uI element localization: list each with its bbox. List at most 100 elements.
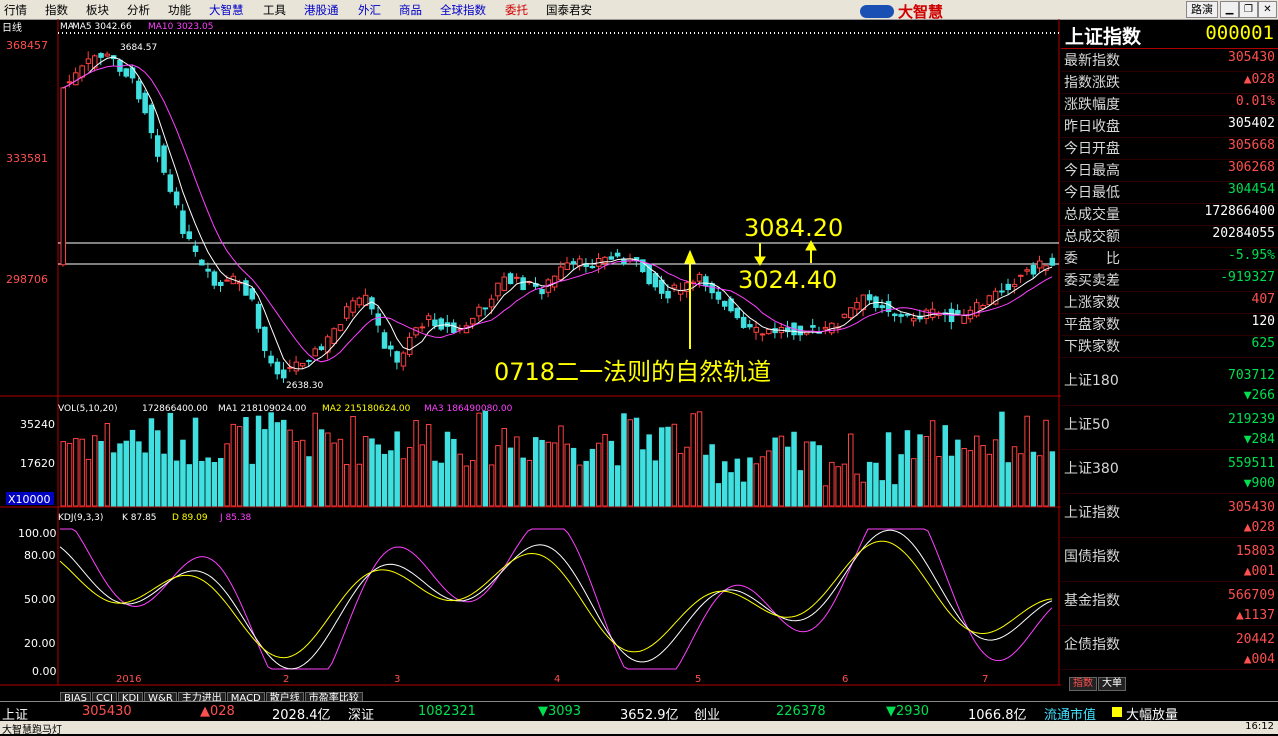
menu-broker[interactable]: 国泰君安 bbox=[546, 2, 592, 18]
annotation-text: 0718二一法则的自然轨道 bbox=[494, 358, 771, 386]
volume-bar bbox=[1018, 453, 1024, 507]
kdj-j-line bbox=[60, 528, 1053, 670]
index-row-label: 国债指数 bbox=[1064, 549, 1120, 565]
quote-row-value: 172866400 bbox=[1204, 204, 1275, 219]
index-row-change: ▼266 bbox=[1243, 388, 1275, 403]
volume-bar bbox=[501, 428, 507, 507]
index-row-label: 上证指数 bbox=[1064, 505, 1120, 521]
index-row[interactable]: 上证180 703712 ▼266 bbox=[1061, 362, 1278, 406]
menu-tools[interactable]: 工具 bbox=[263, 2, 286, 18]
menu-analysis[interactable]: 分析 bbox=[127, 2, 150, 18]
candle bbox=[356, 297, 363, 306]
index-row-value: 15803 bbox=[1235, 544, 1275, 559]
route-button[interactable]: 路演 bbox=[1186, 1, 1218, 18]
candle bbox=[999, 290, 1005, 293]
restore-icon[interactable]: ❐ bbox=[1239, 1, 1258, 18]
quote-row: 委买卖差 -919327 bbox=[1061, 270, 1278, 292]
candle bbox=[199, 259, 205, 266]
quote-row-value: 305430 bbox=[1228, 50, 1275, 65]
high-label: 3684.57 bbox=[120, 43, 157, 53]
indicator-tabs: BIAS CCI KDJ W&R 主力进出 MACD 散户线 市盈率比较 bbox=[60, 686, 364, 706]
volume-bar bbox=[596, 442, 602, 507]
index-row[interactable]: 上证50 219239 ▼284 bbox=[1061, 406, 1278, 450]
menu-sector[interactable]: 板块 bbox=[86, 2, 109, 18]
quote-row-value: 305668 bbox=[1228, 138, 1275, 153]
index-row[interactable]: 基金指数 566709 ▲1137 bbox=[1061, 582, 1278, 626]
candle bbox=[60, 87, 66, 266]
volume-bar bbox=[110, 452, 117, 507]
volume-bar bbox=[243, 417, 249, 507]
menu-forex[interactable]: 外汇 bbox=[358, 2, 381, 18]
quote-row-label: 涨跌幅度 bbox=[1064, 97, 1120, 113]
quote-panel: 上证指数 000001 最新指数 305430 指数涨跌 ▲028 涨跌幅度 0.01% 昨… bbox=[1061, 20, 1278, 691]
tab-big-order[interactable]: 大单 bbox=[1098, 677, 1126, 691]
volume-bar bbox=[199, 461, 205, 507]
candle bbox=[388, 345, 394, 350]
candle bbox=[570, 261, 577, 265]
volume-bar bbox=[1024, 415, 1030, 507]
menu-hk-connect[interactable]: 港股通 bbox=[304, 2, 339, 18]
vol-ma1: MA1 218109024.00 bbox=[218, 404, 307, 414]
menu-index[interactable]: 指数 bbox=[45, 2, 68, 18]
volume-bar bbox=[671, 423, 678, 507]
volume-bar bbox=[703, 454, 709, 507]
volume-bar bbox=[161, 453, 167, 507]
candle bbox=[350, 300, 356, 313]
menu-global-index[interactable]: 全球指数 bbox=[440, 2, 486, 18]
menu-trade[interactable]: 委托 bbox=[505, 2, 528, 18]
sz-value: 1082321 bbox=[418, 704, 476, 719]
index-row[interactable]: 上证指数 305430 ▲028 bbox=[1061, 494, 1278, 538]
candle bbox=[558, 266, 564, 281]
quote-row: 涨跌幅度 0.01% bbox=[1061, 94, 1278, 116]
tab-index[interactable]: 指数 bbox=[1069, 677, 1097, 691]
quote-row-value: 305402 bbox=[1228, 116, 1275, 131]
candle bbox=[1005, 283, 1011, 290]
kline-chart[interactable]: 日线 MA MA5 3042.66 MA10 3023.05 368457 33… bbox=[0, 19, 1061, 705]
quote-row: 平盘家数 120 bbox=[1061, 314, 1278, 336]
candle bbox=[1030, 264, 1037, 275]
quote-row-label: 今日最低 bbox=[1064, 185, 1120, 201]
candle bbox=[1011, 283, 1018, 287]
quote-row-value: -919327 bbox=[1220, 270, 1275, 285]
menu-function[interactable]: 功能 bbox=[168, 2, 191, 18]
index-row[interactable]: 上证380 559511 ▼900 bbox=[1061, 450, 1278, 494]
volume-bar bbox=[495, 445, 501, 507]
volume-bar bbox=[236, 426, 243, 507]
candle bbox=[659, 279, 665, 294]
candle bbox=[281, 369, 287, 379]
volume-bar bbox=[533, 437, 539, 507]
candle bbox=[961, 314, 967, 324]
volume-bar bbox=[633, 417, 640, 507]
index-row-label: 基金指数 bbox=[1064, 593, 1120, 609]
x-label-2: 2 bbox=[283, 674, 289, 685]
volume-bar bbox=[438, 462, 444, 507]
volume-bar bbox=[728, 472, 734, 507]
candle bbox=[167, 174, 174, 192]
candle bbox=[66, 81, 73, 84]
volume-bar bbox=[350, 415, 356, 507]
minimize-icon[interactable]: ▁ bbox=[1220, 1, 1239, 18]
menu-dzh[interactable]: 大智慧 bbox=[209, 2, 244, 18]
index-row[interactable]: 国债指数 15803 ▲001 bbox=[1061, 538, 1278, 582]
kdj-tick-50: 50.00 bbox=[24, 593, 56, 606]
index-row-value: 305430 bbox=[1228, 500, 1275, 515]
quote-row-label: 平盘家数 bbox=[1064, 317, 1120, 333]
candle bbox=[722, 300, 728, 307]
quote-row-label: 委 比 bbox=[1064, 251, 1120, 267]
candle bbox=[551, 275, 558, 288]
candle bbox=[507, 273, 514, 285]
volume-bar bbox=[356, 463, 363, 507]
volume-bar bbox=[677, 452, 684, 507]
volume-bar bbox=[381, 453, 388, 507]
candle bbox=[539, 289, 545, 295]
candle bbox=[703, 276, 709, 287]
quote-row-value: 304454 bbox=[1228, 182, 1275, 197]
close-icon[interactable]: ✕ bbox=[1258, 1, 1277, 18]
ticker-bar: 大智慧跑马灯 16:12 bbox=[0, 721, 1278, 736]
index-row-value: 20442 bbox=[1235, 632, 1275, 647]
menu-commodity[interactable]: 商品 bbox=[399, 2, 422, 18]
candle bbox=[734, 307, 741, 319]
index-row[interactable]: 企债指数 20442 ▲004 bbox=[1061, 626, 1278, 670]
volume-bar bbox=[583, 460, 589, 507]
menu-quotes[interactable]: 行情 bbox=[4, 2, 27, 18]
